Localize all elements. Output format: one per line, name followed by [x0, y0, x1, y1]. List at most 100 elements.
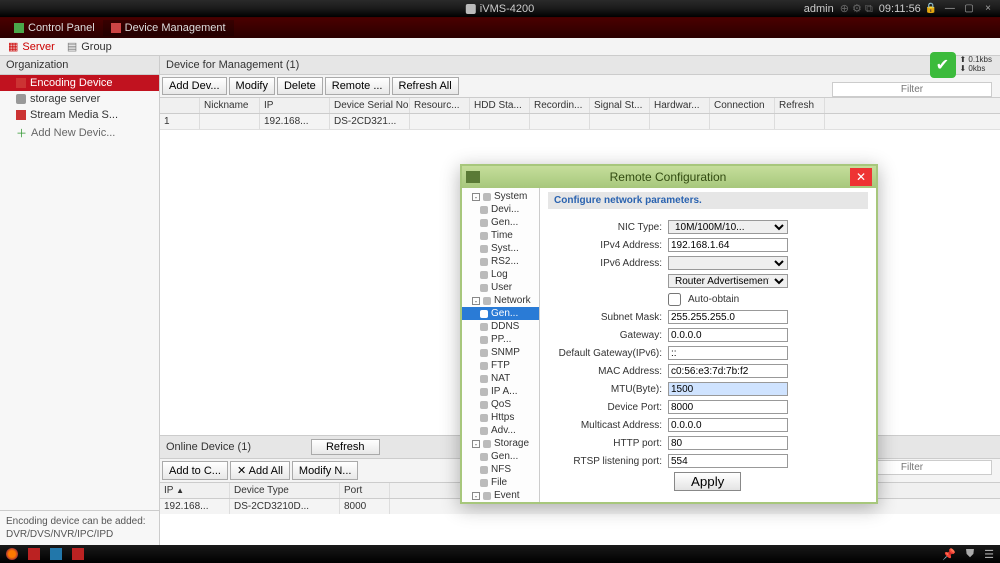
subnet-input[interactable]	[668, 310, 788, 324]
lock-icon[interactable]: 🔒	[925, 3, 937, 15]
tree-item[interactable]: SNMP	[462, 346, 539, 359]
modify-button[interactable]: Modify	[229, 77, 275, 95]
status-icon[interactable]	[72, 548, 84, 560]
tree-item[interactable]: NAT	[462, 372, 539, 385]
ipv6-select[interactable]	[668, 256, 788, 270]
tree-network[interactable]: -Network	[462, 294, 539, 307]
status-icon[interactable]	[28, 548, 40, 560]
tab-device-management[interactable]: Device Management	[103, 20, 234, 36]
tree-item[interactable]: Syst...	[462, 242, 539, 255]
window-buttons[interactable]: 🔒 — ▢ ×	[921, 2, 994, 15]
tree-item[interactable]: Adv...	[462, 424, 539, 437]
device-row[interactable]: 1 192.168... DS-2CD321...	[160, 114, 1000, 130]
router-adv-select[interactable]: Router Advertisement	[668, 274, 788, 288]
tree-item[interactable]: PP...	[462, 333, 539, 346]
dialog-close-button[interactable]: ✕	[850, 168, 872, 186]
pin-icon[interactable]: 📌	[942, 548, 956, 561]
auto-obtain-checkbox[interactable]	[668, 293, 681, 306]
tree-event[interactable]: -Event	[462, 489, 539, 502]
tree-network-general[interactable]: Gen...	[462, 307, 539, 320]
subtab-server[interactable]: ▦Server	[8, 40, 55, 53]
camera-icon	[16, 78, 26, 88]
sidebar-item-stream-media[interactable]: Stream Media S...	[0, 107, 159, 123]
sidebar-item-label: Encoding Device	[30, 77, 113, 89]
storage-icon	[16, 94, 26, 104]
tree-system[interactable]: -System	[462, 190, 539, 203]
row-ip: 192.168...	[260, 114, 330, 129]
close-icon[interactable]: ×	[982, 3, 994, 15]
mtu-input[interactable]	[668, 382, 788, 396]
organization-sidebar: Organization Encoding Device storage ser…	[0, 56, 160, 545]
ipv4-label: IPv4 Address:	[548, 240, 668, 251]
gateway-label: Gateway:	[548, 330, 668, 341]
auto-obtain-label: Auto-obtain	[688, 294, 739, 305]
dialog-title: Remote Configuration	[486, 170, 850, 184]
bottom-status-bar: 📌 ⛊ ☰	[0, 545, 1000, 563]
delete-button[interactable]: Delete	[277, 77, 323, 95]
device-port-label: Device Port:	[548, 402, 668, 413]
tree-item[interactable]: RS2...	[462, 255, 539, 268]
tree-item[interactable]: Https	[462, 411, 539, 424]
sidebar-item-storage-server[interactable]: storage server	[0, 91, 159, 107]
sidebar-item-encoding-device[interactable]: Encoding Device	[0, 75, 159, 91]
alarm-icon[interactable]	[6, 548, 18, 560]
tree-item[interactable]: IP A...	[462, 385, 539, 398]
row-index: 1	[160, 114, 200, 129]
device-grid-header: Nickname IP Device Serial No. Resourc...…	[160, 98, 1000, 114]
tree-item[interactable]: NFS	[462, 463, 539, 476]
mac-input[interactable]	[668, 364, 788, 378]
add-to-client-button[interactable]: Add to C...	[162, 461, 228, 480]
tree-storage[interactable]: -Storage	[462, 437, 539, 450]
dialog-icon	[466, 171, 480, 183]
window-titlebar: iVMS-4200 admin ⊕ ⚙ ⧉ 09:11:56 🔒 — ▢ ×	[0, 0, 1000, 18]
expand-icon[interactable]: ☰	[984, 548, 994, 561]
tree-item[interactable]: Log	[462, 268, 539, 281]
tree-item[interactable]: FTP	[462, 359, 539, 372]
ipv4-input[interactable]	[668, 238, 788, 252]
subtab-group[interactable]: ▤Group	[67, 40, 112, 53]
modify-netinfo-button[interactable]: Modify N...	[292, 461, 359, 480]
dgw6-input[interactable]	[668, 346, 788, 360]
rtsp-input[interactable]	[668, 454, 788, 468]
tree-item[interactable]: Gen...	[462, 216, 539, 229]
device-port-input[interactable]	[668, 400, 788, 414]
http-input[interactable]	[668, 436, 788, 450]
config-form: Configure network parameters. NIC Type: …	[540, 188, 876, 502]
device-panel-header: Device for Management (1)	[160, 56, 1000, 75]
app-icon	[466, 4, 476, 14]
device-icon	[111, 23, 121, 33]
sidebar-item-add-new[interactable]: ＋ Add New Devic...	[0, 123, 159, 143]
tree-item[interactable]: DDNS	[462, 320, 539, 333]
multicast-label: Multicast Address:	[548, 420, 668, 431]
tree-item[interactable]: QoS	[462, 398, 539, 411]
row-nickname	[200, 114, 260, 129]
status-ok-icon: ✔	[930, 52, 956, 78]
multicast-input[interactable]	[668, 418, 788, 432]
nic-type-select[interactable]: 10M/100M/10...	[668, 220, 788, 234]
add-device-button[interactable]: Add Dev...	[162, 77, 227, 95]
tab-control-panel[interactable]: Control Panel	[6, 20, 103, 36]
remote-configuration-dialog: Remote Configuration ✕ -System Devi... G…	[460, 164, 878, 504]
add-all-button[interactable]: ✕ Add All	[230, 461, 290, 480]
minimize-icon[interactable]: —	[944, 3, 956, 15]
device-filter-input[interactable]	[832, 82, 992, 97]
form-caption: Configure network parameters.	[548, 192, 868, 209]
apply-button[interactable]: Apply	[674, 472, 741, 491]
remote-button[interactable]: Remote ...	[325, 77, 390, 95]
nic-type-label: NIC Type:	[548, 222, 668, 233]
gateway-input[interactable]	[668, 328, 788, 342]
main-content: ✔ ⬆ 0.1kbs ⬇ 0kbs Device for Management …	[160, 56, 1000, 545]
maximize-icon[interactable]: ▢	[963, 3, 975, 15]
rtsp-label: RTSP listening port:	[548, 456, 668, 467]
tree-item[interactable]: Devi...	[462, 203, 539, 216]
refresh-all-button[interactable]: Refresh All	[392, 77, 459, 95]
status-icon[interactable]	[50, 548, 62, 560]
config-tree[interactable]: -System Devi... Gen... Time Syst... RS2.…	[462, 188, 540, 502]
sidebar-item-label: Add New Devic...	[31, 127, 115, 139]
online-refresh-button[interactable]: Refresh	[311, 439, 380, 455]
shield-icon[interactable]: ⛊	[966, 548, 974, 561]
tree-item[interactable]: Time	[462, 229, 539, 242]
tree-item[interactable]: Gen...	[462, 450, 539, 463]
tree-item[interactable]: File	[462, 476, 539, 489]
tree-item[interactable]: User	[462, 281, 539, 294]
